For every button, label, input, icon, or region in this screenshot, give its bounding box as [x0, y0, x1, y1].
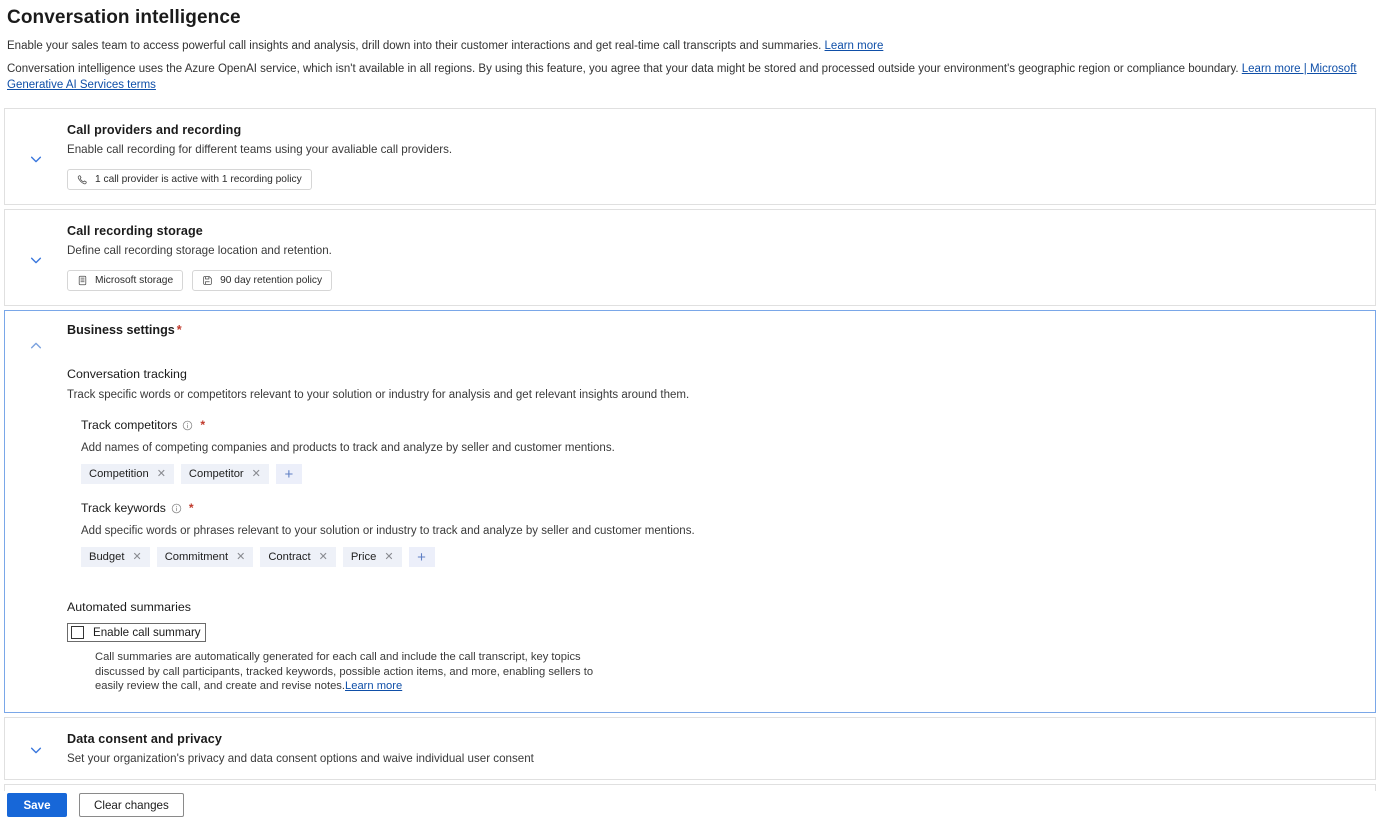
chevron-up-icon: [29, 339, 43, 353]
chip-competitor[interactable]: Competition ✕: [81, 464, 174, 484]
chevron-down-icon: [29, 743, 43, 757]
conversation-tracking-heading: Conversation tracking: [67, 367, 187, 381]
card-title: Call providers and recording: [67, 123, 242, 137]
chip-label: Commitment: [164, 551, 229, 563]
card-call-storage-expand-toggle[interactable]: [5, 210, 67, 305]
save-button[interactable]: Save: [7, 793, 67, 817]
card-call-providers-expand-toggle[interactable]: [5, 109, 67, 204]
add-competitor-button[interactable]: +: [275, 464, 302, 484]
settings-cards: Call providers and recording Enable call…: [0, 108, 1380, 780]
intro-line-1: Enable your sales team to access powerfu…: [7, 38, 1373, 54]
business-settings-title-text: Business settings: [67, 323, 175, 337]
footer-actions: Save Clear changes: [0, 793, 1380, 829]
chip-label: Contract: [268, 551, 311, 563]
info-icon[interactable]: [171, 503, 182, 514]
track-competitors-chips: Competition ✕ Competitor ✕ +: [81, 464, 1375, 484]
card-data-consent-expand-toggle[interactable]: [5, 718, 67, 779]
chip-label: Budget: [89, 551, 125, 563]
track-competitors-description: Add names of competing companies and pro…: [81, 442, 615, 454]
card-business-settings-collapse-toggle[interactable]: [5, 311, 67, 712]
field-track-keywords: Track keywords * Add specific words or p…: [81, 501, 1375, 567]
chip-label: Price: [350, 551, 377, 563]
retention-policy-pill[interactable]: 90 day retention policy: [192, 270, 333, 291]
chip-keyword[interactable]: Contract ✕: [260, 547, 336, 567]
chip-remove-icon[interactable]: ✕: [236, 551, 245, 563]
chip-keyword[interactable]: Budget ✕: [81, 547, 150, 567]
card-business-settings[interactable]: Business settings * Conversation tracking…: [4, 310, 1376, 713]
card-status-pills: 1 call provider is active with 1 recordi…: [67, 169, 1375, 190]
chip-remove-icon[interactable]: ✕: [319, 551, 328, 563]
chip-keyword[interactable]: Price ✕: [342, 547, 402, 567]
track-keywords-description: Add specific words or phrases relevant t…: [81, 525, 695, 537]
chip-remove-icon[interactable]: ✕: [157, 468, 166, 480]
call-summary-learn-more-link[interactable]: Learn more: [345, 680, 402, 692]
card-partial-next[interactable]: [4, 783, 1376, 791]
clear-changes-button[interactable]: Clear changes: [79, 793, 184, 817]
chevron-down-icon: [29, 253, 43, 267]
retention-policy-label: 90 day retention policy: [220, 275, 323, 286]
card-data-consent-and-privacy[interactable]: Data consent and privacy Set your organi…: [4, 716, 1376, 780]
card-call-providers-and-recording[interactable]: Call providers and recording Enable call…: [4, 108, 1376, 205]
business-settings-title: Business settings *: [67, 323, 1375, 337]
page-title: Conversation intelligence: [7, 7, 241, 28]
required-asterisk: *: [200, 418, 206, 432]
chip-remove-icon[interactable]: ✕: [132, 551, 141, 563]
chip-remove-icon[interactable]: ✕: [384, 551, 393, 563]
info-icon[interactable]: [182, 420, 193, 431]
storage-location-pill[interactable]: Microsoft storage: [67, 270, 184, 291]
enable-call-summary-label: Enable call summary: [93, 626, 201, 639]
page-intro: Enable your sales team to access powerfu…: [0, 38, 1380, 93]
checkbox-box-icon[interactable]: [71, 626, 84, 639]
card-title: Data consent and privacy: [67, 731, 222, 746]
conversation-intelligence-page: Conversation intelligence Enable your sa…: [0, 0, 1380, 829]
card-description: Enable call recording for different team…: [67, 143, 453, 156]
call-provider-status-pill[interactable]: 1 call provider is active with 1 recordi…: [67, 169, 312, 190]
track-keywords-chips: Budget ✕ Commitment ✕ Contract ✕ Price ✕…: [81, 547, 1375, 567]
track-keywords-label-row: Track keywords *: [81, 501, 1375, 515]
track-competitors-label-row: Track competitors *: [81, 418, 1375, 432]
conversation-tracking-description: Track specific words or competitors rele…: [67, 389, 690, 401]
chip-label: Competitor: [188, 468, 244, 480]
intro-line-2-text: Conversation intelligence uses the Azure…: [7, 63, 1239, 75]
card-title: Call recording storage: [67, 224, 203, 238]
automated-summaries-heading: Automated summaries: [67, 600, 191, 614]
track-competitors-label: Track competitors: [81, 418, 178, 432]
field-track-competitors: Track competitors * Add names of competi…: [81, 418, 1375, 484]
required-asterisk: *: [188, 501, 194, 515]
chip-label: Competition: [89, 468, 149, 480]
card-call-recording-storage[interactable]: Call recording storage Define call recor…: [4, 209, 1376, 306]
chip-remove-icon[interactable]: ✕: [252, 468, 261, 480]
database-icon: [77, 275, 88, 286]
intro-line-1-learn-more-link[interactable]: Learn more: [825, 40, 884, 52]
track-keywords-label: Track keywords: [81, 501, 166, 515]
card-description: Set your organization's privacy and data…: [67, 751, 534, 765]
chevron-down-icon: [29, 152, 43, 166]
required-asterisk: *: [176, 323, 182, 337]
intro-line-2: Conversation intelligence uses the Azure…: [7, 61, 1373, 93]
phone-icon: [77, 174, 88, 185]
add-keyword-button[interactable]: +: [408, 547, 435, 567]
enable-call-summary-checkbox[interactable]: Enable call summary: [67, 623, 206, 642]
chip-competitor[interactable]: Competitor ✕: [180, 464, 269, 484]
storage-location-label: Microsoft storage: [95, 275, 174, 286]
enable-call-summary-description: Call summaries are automatically generat…: [95, 650, 615, 694]
call-provider-status-label: 1 call provider is active with 1 recordi…: [95, 174, 302, 185]
intro-line-1-text: Enable your sales team to access powerfu…: [7, 40, 822, 52]
card-description: Define call recording storage location a…: [67, 244, 332, 257]
chip-keyword[interactable]: Commitment ✕: [156, 547, 254, 567]
save-icon: [202, 275, 213, 286]
card-status-pills: Microsoft storage 90 day retention polic…: [67, 270, 1375, 291]
